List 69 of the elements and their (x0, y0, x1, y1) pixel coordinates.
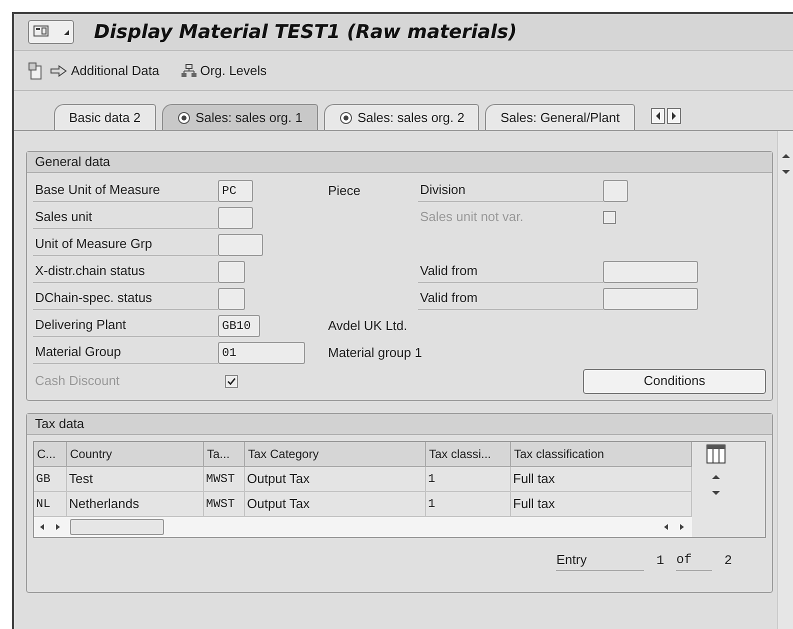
table-cell: Output Tax (245, 467, 426, 492)
column-header[interactable]: Ta... (204, 442, 245, 467)
horizontal-scrollbar[interactable] (34, 517, 692, 537)
input-field[interactable] (218, 206, 253, 228)
entry-of-label: of (676, 550, 712, 570)
input-field[interactable] (603, 260, 698, 282)
arrow-icon (50, 64, 68, 76)
input-field[interactable] (218, 288, 245, 310)
entry-number: 1 (656, 552, 664, 570)
entry-total: 2 (724, 552, 732, 570)
field-label: Unit of Measure Grp (33, 234, 218, 256)
field-label: Material Group (33, 342, 218, 364)
table-cell: GB (34, 467, 67, 492)
tab-scroll-right[interactable] (666, 108, 681, 124)
conditions-button[interactable]: Conditions (583, 368, 766, 394)
tab[interactable]: Sales: General/Plant (485, 104, 635, 130)
entry-label: Entry (556, 550, 644, 570)
input-field[interactable] (603, 288, 698, 310)
scroll-down-icon[interactable] (711, 488, 721, 498)
column-header[interactable]: Tax Category (245, 442, 426, 467)
tab-scroll-left[interactable] (650, 108, 665, 124)
field-label: Sales unit (33, 206, 218, 228)
dropdown-icon (64, 30, 69, 34)
table-cell: MWST (204, 467, 245, 492)
window-title: Display Material TEST1 (Raw materials) (94, 20, 517, 45)
field-label: DChain-spec. status (33, 288, 218, 310)
tab[interactable]: Sales: sales org. 1 (162, 104, 318, 130)
description-text: Material group 1 (328, 344, 422, 360)
scroll-up-icon[interactable] (780, 151, 790, 161)
column-header[interactable]: Tax classification (511, 442, 692, 467)
toolbar-button[interactable]: Org. Levels (181, 60, 267, 80)
field-label: Base Unit of Measure (33, 180, 218, 202)
field-label: X-distr.chain status (33, 260, 218, 282)
panel-title: General data (27, 152, 772, 173)
panel-title: Tax data (27, 414, 772, 435)
input-field[interactable] (603, 180, 628, 202)
left-arrow-icon (654, 112, 661, 120)
column-settings-icon[interactable] (706, 444, 726, 464)
hierarchy-icon (181, 64, 198, 78)
tab[interactable]: Basic data 2 (54, 104, 156, 130)
description-text: Piece (328, 182, 361, 198)
table-cell: 1 (426, 467, 511, 492)
column-header[interactable]: C... (34, 442, 67, 467)
tab[interactable]: Sales: sales org. 2 (324, 104, 480, 130)
field-label: Division (418, 180, 603, 202)
radio-icon (338, 110, 352, 124)
input-field[interactable] (218, 260, 245, 282)
table-cell: Test (67, 467, 204, 492)
input-field[interactable]: GB10 (218, 314, 260, 336)
menu-button[interactable] (28, 20, 74, 44)
input-field[interactable]: PC (218, 180, 253, 202)
field-label: Sales unit not var. (419, 208, 524, 226)
field-label: Delivering Plant (33, 314, 218, 336)
right-arrow-icon (670, 112, 677, 120)
radio-icon (176, 110, 191, 124)
field-label: Valid from (418, 260, 603, 282)
scroll-up-icon[interactable] (711, 472, 721, 482)
description-text: Avdel UK Ltd. (328, 318, 408, 333)
scrollbar-thumb[interactable] (70, 519, 164, 535)
document-icon[interactable] (28, 62, 44, 80)
scroll-down-icon[interactable] (780, 167, 790, 177)
column-header[interactable]: Tax classi... (426, 442, 511, 467)
window-icon (33, 25, 51, 39)
input-field[interactable]: 01 (218, 342, 305, 364)
toolbar-button[interactable]: Additional Data (50, 60, 160, 80)
column-header[interactable]: Country (67, 442, 204, 467)
input-field[interactable] (218, 234, 263, 256)
field-label: Valid from (418, 288, 603, 310)
field-label: Cash Discount (34, 372, 121, 390)
